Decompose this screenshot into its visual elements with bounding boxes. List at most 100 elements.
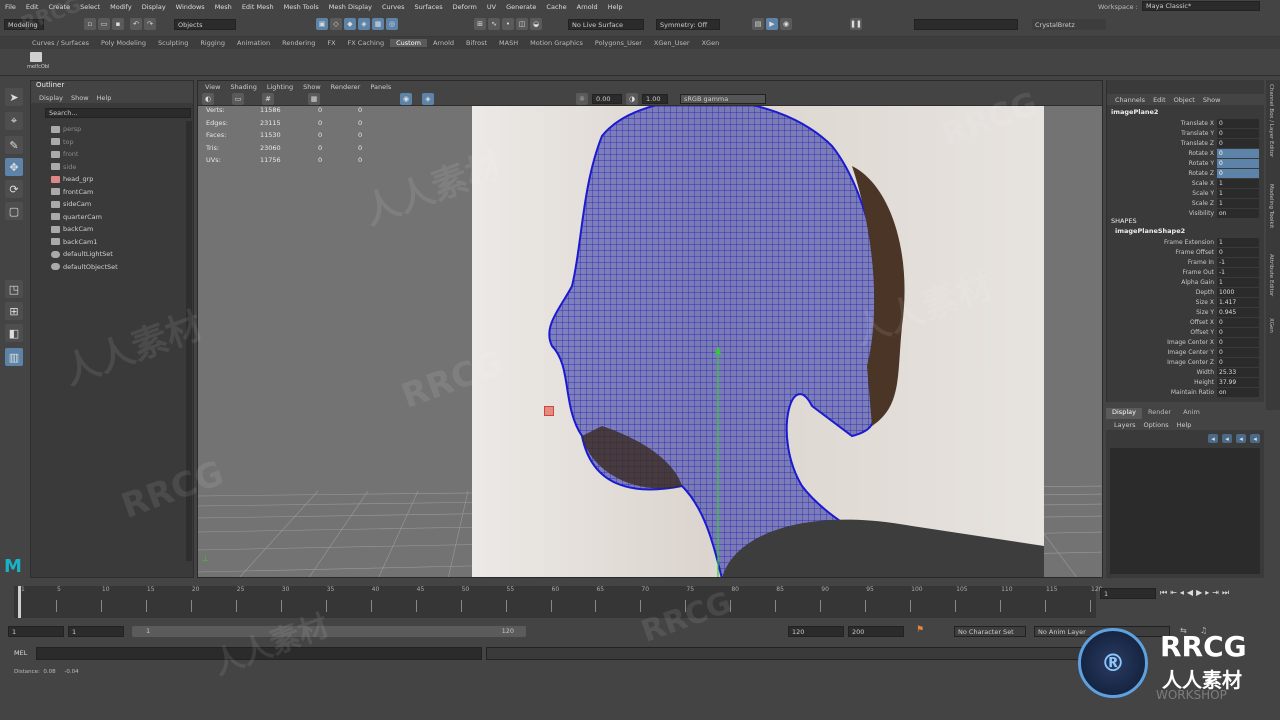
outliner-menu-item[interactable]: Help	[93, 94, 116, 102]
viewport-menu-item[interactable]: Panels	[365, 83, 396, 91]
play-forward-icon[interactable]: ▶	[1196, 588, 1202, 598]
channel-row[interactable]: Translate X0	[1107, 118, 1265, 128]
side-tab[interactable]: Channel Box / Layer Editor	[1268, 84, 1274, 157]
command-input[interactable]	[36, 647, 482, 660]
camera-attributes-icon[interactable]: ◐	[202, 93, 214, 105]
live-surface-field[interactable]: No Live Surface	[568, 19, 644, 30]
outliner-menu-item[interactable]: Show	[67, 94, 93, 102]
viewport-menu-item[interactable]: View	[200, 83, 225, 91]
end-time-field[interactable]: 200	[848, 626, 904, 637]
outliner-item[interactable]: sideCam	[51, 198, 91, 210]
viewport-panel[interactable]: View Shading Lighting Show Renderer Panels ◐ …	[197, 80, 1103, 578]
workspace-dropdown[interactable]: Maya Classic*	[1142, 1, 1260, 11]
shelf-tab[interactable]: XGen	[696, 39, 726, 47]
layer-move-up-icon[interactable]: ◂	[1208, 434, 1218, 443]
scale-tool-icon[interactable]: ▢	[5, 202, 23, 220]
snap-grid-icon[interactable]: ⊞	[474, 18, 486, 30]
outliner-item[interactable]: backCam	[51, 223, 93, 235]
shape-channel-row[interactable]: Image Center X0	[1107, 337, 1265, 347]
channel-row[interactable]: Rotate Z0	[1107, 168, 1265, 178]
shelf-tab[interactable]: FX	[321, 39, 341, 47]
channel-value[interactable]: 1000	[1217, 287, 1259, 297]
move-tool-icon[interactable]: ✥	[5, 158, 23, 176]
channel-value[interactable]: 0	[1217, 168, 1259, 178]
channel-value[interactable]: 0.945	[1217, 307, 1259, 317]
outliner-item[interactable]: side	[51, 161, 76, 173]
go-to-end-icon[interactable]: ⏭	[1222, 588, 1229, 598]
shape-channel-row[interactable]: Image Center Z0	[1107, 357, 1265, 367]
render-view-icon[interactable]: ▤	[752, 18, 764, 30]
outliner-item[interactable]: quarterCam	[51, 211, 102, 223]
input-line-field[interactable]	[914, 19, 1018, 30]
two-view-layout-icon[interactable]: ◧	[5, 324, 23, 342]
shape-channel-row[interactable]: Frame Out -1	[1107, 267, 1265, 277]
side-tab[interactable]: Modeling Toolkit	[1268, 184, 1274, 228]
channel-row[interactable]: Rotate Y0	[1107, 158, 1265, 168]
time-slider-track[interactable]: 1 5 10 15 20 25 30 35 40 45 50 55 60 65 70 75 80 85 90 95 10…	[14, 586, 1102, 618]
selection-mode-dropdown[interactable]: Objects	[174, 19, 236, 30]
menu-edit[interactable]: Edit	[21, 3, 44, 11]
auto-key-icon[interactable]: ⚑	[916, 625, 924, 635]
pivot-marker[interactable]	[544, 406, 554, 416]
channel-box-menu-item[interactable]: Channels	[1111, 96, 1149, 104]
menu-generate[interactable]: Generate	[501, 3, 541, 11]
range-end-field[interactable]: 120	[788, 626, 844, 637]
select-by-hierarchy-icon[interactable]: ▣	[316, 18, 328, 30]
menu-display[interactable]: Display	[137, 3, 171, 11]
menu-select[interactable]: Select	[75, 3, 105, 11]
menu-mesh[interactable]: Mesh	[210, 3, 237, 11]
shelf-tab[interactable]: MASH	[493, 39, 524, 47]
render-current-frame-icon[interactable]: ▶	[766, 18, 778, 30]
channel-value[interactable]: 1	[1217, 237, 1259, 247]
outliner-item[interactable]: defaultObjectSet	[51, 261, 118, 273]
channel-value[interactable]: 25.33	[1217, 367, 1259, 377]
snap-surface-icon[interactable]: ◒	[530, 18, 542, 30]
menu-help[interactable]: Help	[603, 3, 628, 11]
side-tab[interactable]: XGen	[1268, 318, 1274, 333]
outliner-item[interactable]: persp	[51, 123, 81, 135]
select-uv-icon[interactable]: ◎	[386, 18, 398, 30]
channel-value[interactable]: 1	[1217, 178, 1259, 188]
layer-tab[interactable]: Render	[1142, 408, 1177, 419]
channel-value[interactable]: 0	[1217, 357, 1259, 367]
channel-value[interactable]: -1	[1217, 257, 1259, 267]
snap-curve-icon[interactable]: ∿	[488, 18, 500, 30]
exposure-icon[interactable]: ☼	[576, 93, 588, 105]
step-forward-frame-icon[interactable]: ▸	[1205, 588, 1209, 598]
viewport-menu-item[interactable]: Shading	[225, 83, 261, 91]
channel-value[interactable]: on	[1217, 208, 1259, 218]
menu-windows[interactable]: Windows	[171, 3, 210, 11]
outliner-item[interactable]: top	[51, 136, 74, 148]
menu-surfaces[interactable]: Surfaces	[410, 3, 448, 11]
shelf-tab[interactable]: Polygons_User	[589, 39, 648, 47]
shelf-tab[interactable]: Poly Modeling	[95, 39, 152, 47]
four-view-layout-icon[interactable]: ⊞	[5, 302, 23, 320]
gamma-icon[interactable]: ◑	[626, 93, 638, 105]
menu-arnold[interactable]: Arnold	[572, 3, 603, 11]
channel-value[interactable]: 0	[1217, 317, 1259, 327]
shelf-tab[interactable]: Curves / Surfaces	[26, 39, 95, 47]
shape-channel-row[interactable]: Frame Offset 0	[1107, 247, 1265, 257]
channel-value[interactable]: 0	[1217, 118, 1259, 128]
shape-channel-row[interactable]: Height 37.99	[1107, 377, 1265, 387]
shape-channel-row[interactable]: Maintain Ratio on	[1107, 387, 1265, 397]
menu-mesh-display[interactable]: Mesh Display	[324, 3, 377, 11]
wireframe-icon[interactable]: ▦	[308, 93, 320, 105]
menu-cache[interactable]: Cache	[541, 3, 571, 11]
channel-value[interactable]: 0	[1217, 337, 1259, 347]
image-plane-photo[interactable]	[472, 106, 1044, 577]
menu-deform[interactable]: Deform	[448, 3, 482, 11]
rotate-tool-icon[interactable]: ⟳	[5, 180, 23, 198]
undo-icon[interactable]: ↶	[130, 18, 142, 30]
grid-toggle-icon[interactable]: #	[262, 93, 274, 105]
shape-channel-row[interactable]: Alpha Gain 1	[1107, 277, 1265, 287]
new-scene-icon[interactable]: ▫	[84, 18, 96, 30]
ipr-render-icon[interactable]: ◉	[780, 18, 792, 30]
play-back-icon[interactable]: ◀	[1187, 588, 1193, 598]
shape-channel-row[interactable]: Image Center Y0	[1107, 347, 1265, 357]
channel-value[interactable]: 0	[1217, 347, 1259, 357]
menu-file[interactable]: File	[0, 3, 21, 11]
current-frame-marker[interactable]	[18, 586, 21, 618]
exposure-field[interactable]: 0.00	[592, 94, 622, 104]
new-layer-icon[interactable]: ◂	[1236, 434, 1246, 443]
